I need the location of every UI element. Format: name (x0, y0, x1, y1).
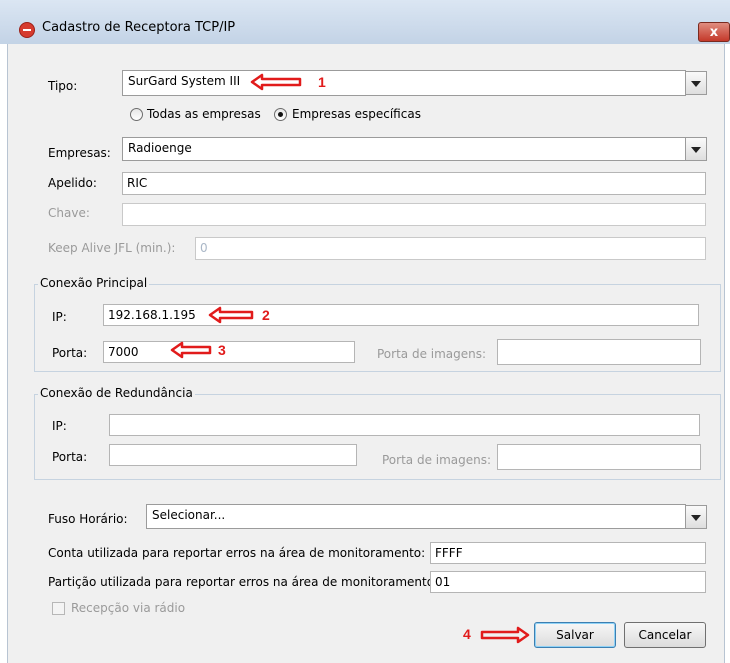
annotation-arrow-3 (170, 341, 212, 359)
annotation-number-4: 4 (463, 626, 471, 642)
annotation-arrow-1 (250, 73, 302, 91)
annotation-arrow-4 (480, 626, 530, 644)
annotation-number-1: 1 (318, 74, 326, 90)
annotation-number-2: 2 (262, 307, 270, 323)
annotation-arrow-2 (208, 306, 254, 324)
annotation-overlay: 1 2 3 4 (170, 73, 530, 644)
annotation-number-3: 3 (218, 342, 226, 358)
